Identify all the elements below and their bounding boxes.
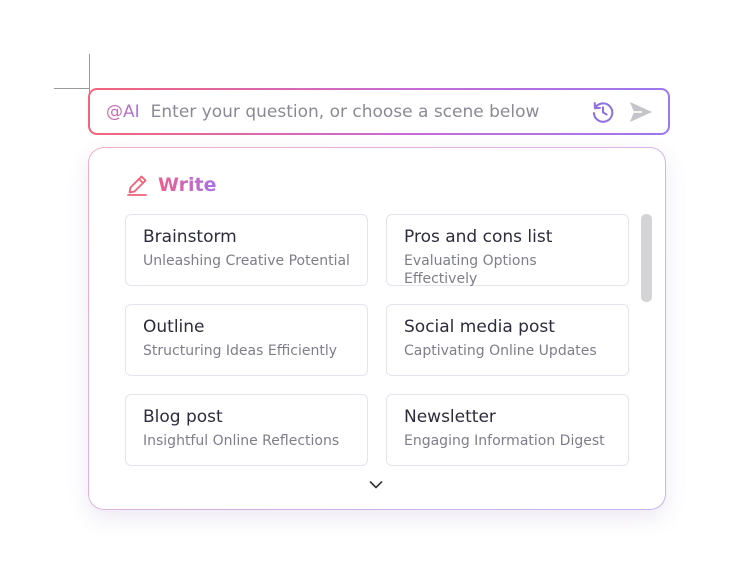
card-title: Blog post	[143, 407, 223, 427]
chevron-down-icon[interactable]	[368, 478, 384, 492]
ai-mention-tag: @AI	[106, 101, 140, 122]
section-title: Write	[158, 174, 217, 196]
scene-card-social-media-post[interactable]: Social media post Captivating Online Upd…	[386, 304, 629, 376]
pencil-icon	[127, 175, 147, 196]
card-title: Pros and cons list	[404, 227, 553, 247]
history-icon	[592, 101, 614, 123]
text-cursor-crosshair-horizontal	[54, 88, 90, 89]
card-subtitle: Captivating Online Updates	[404, 343, 597, 359]
scene-panel-inner: Write Brainstorm Unleashing Creative Pot…	[89, 148, 665, 509]
scene-card-outline[interactable]: Outline Structuring Ideas Efficiently	[125, 304, 368, 376]
card-subtitle: Evaluating Options Effectively	[404, 253, 537, 287]
send-icon	[630, 101, 652, 122]
card-subtitle: Engaging Information Digest	[404, 433, 605, 449]
scene-card-blog-post[interactable]: Blog post Insightful Online Reflections	[125, 394, 368, 466]
history-button[interactable]	[588, 97, 618, 127]
send-button[interactable]	[626, 97, 656, 127]
card-title: Outline	[143, 317, 205, 337]
card-subtitle: Structuring Ideas Efficiently	[143, 343, 337, 359]
scrollbar-thumb[interactable]	[641, 214, 652, 302]
ai-question-input[interactable]	[150, 101, 588, 122]
scene-card-newsletter[interactable]: Newsletter Engaging Information Digest	[386, 394, 629, 466]
card-subtitle: Insightful Online Reflections	[143, 433, 340, 449]
ai-prompt-bar: @AI	[88, 88, 670, 135]
scene-card-pros-and-cons-list[interactable]: Pros and cons list Evaluating Options Ef…	[386, 214, 629, 287]
card-subtitle: Unleashing Creative Potential	[143, 253, 350, 269]
write-section-header: Write	[125, 173, 216, 197]
card-title: Newsletter	[404, 407, 496, 427]
card-title: Social media post	[404, 317, 555, 337]
scene-card-brainstorm[interactable]: Brainstorm Unleashing Creative Potential	[125, 214, 368, 286]
card-title: Brainstorm	[143, 227, 237, 247]
scene-panel: Write Brainstorm Unleashing Creative Pot…	[88, 147, 666, 510]
ai-prompt-bar-inner: @AI	[90, 90, 668, 133]
